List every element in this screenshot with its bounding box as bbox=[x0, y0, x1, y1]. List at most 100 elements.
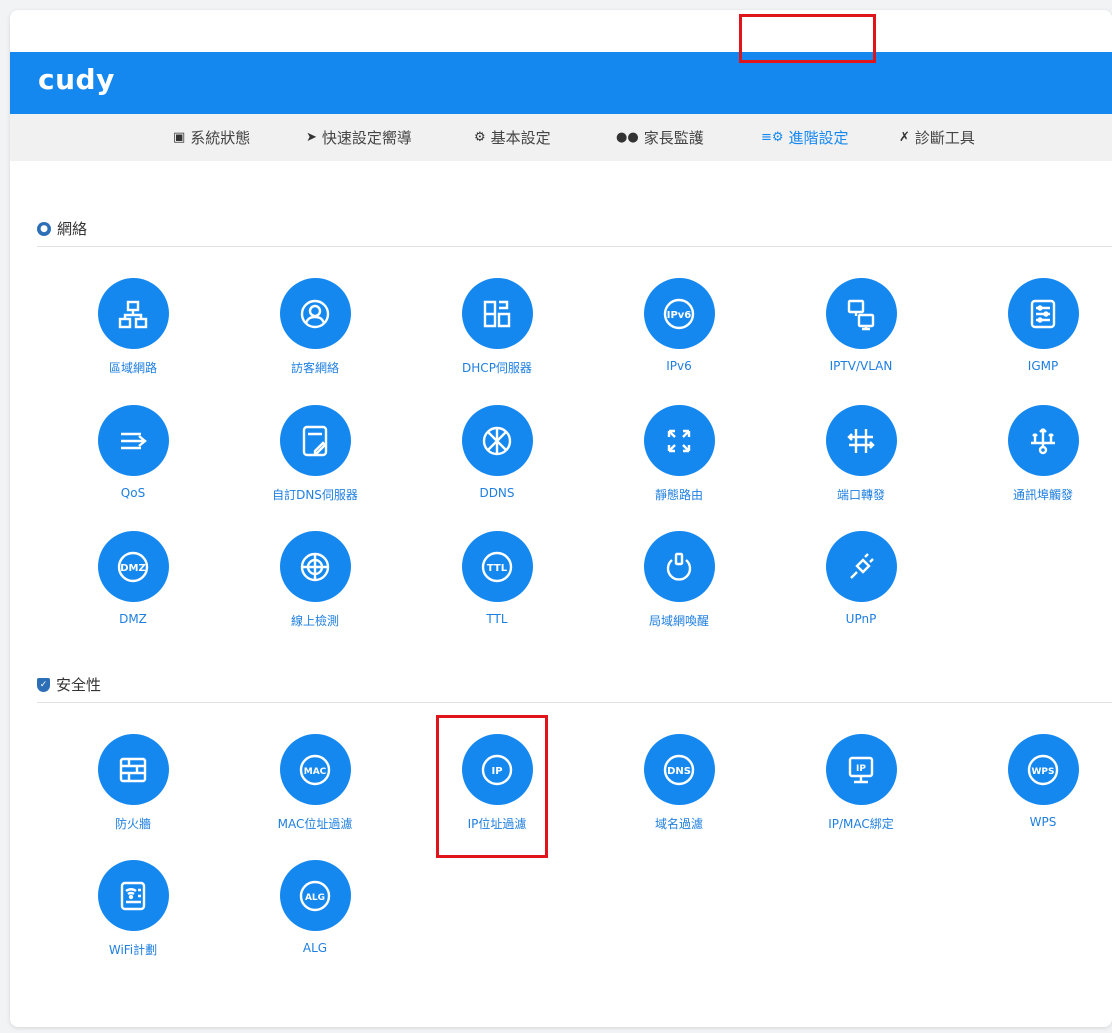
ddns-icon bbox=[461, 405, 533, 476]
globe-icon: ● bbox=[37, 221, 51, 236]
tile-label: IPTV/VLAN bbox=[829, 359, 893, 373]
tile-upnp[interactable]: UPnP bbox=[786, 531, 936, 643]
nav-item-label: 家長監護 bbox=[643, 129, 704, 147]
igmp-icon bbox=[1007, 278, 1079, 349]
nav-item-diagnostics[interactable]: ✗ 診斷工具 bbox=[899, 114, 975, 161]
svg-text:DNS: DNS bbox=[667, 766, 691, 777]
gear-icon: ⚙ bbox=[474, 130, 486, 145]
tile-ttl[interactable]: TTL TTL bbox=[422, 531, 572, 643]
tile-online-detect[interactable]: 線上檢測 bbox=[240, 531, 390, 643]
section-divider bbox=[37, 246, 1112, 247]
tile-dmz[interactable]: DMZ DMZ bbox=[58, 531, 208, 643]
port-trigger-icon bbox=[1007, 405, 1079, 476]
section-title-network: ● 網絡 bbox=[37, 218, 87, 239]
iptv-icon bbox=[825, 278, 897, 349]
qos-icon bbox=[97, 405, 169, 476]
svg-text:TTL: TTL bbox=[487, 563, 508, 574]
section-title-security: ✓ 安全性 bbox=[37, 674, 101, 695]
lan-icon bbox=[97, 278, 169, 349]
tile-wifi-schedule[interactable]: WiFi計劃 bbox=[58, 860, 208, 972]
tile-label: ALG bbox=[302, 941, 328, 955]
tile-label: MAC位址過濾 bbox=[277, 817, 353, 831]
tile-label: 域名過濾 bbox=[654, 817, 703, 831]
dmz-icon: DMZ bbox=[97, 531, 169, 602]
nav-item-advanced-settings[interactable]: ≡⚙ 進階設定 bbox=[761, 114, 849, 161]
tile-label: QoS bbox=[120, 486, 146, 500]
tile-label: 通訊埠觸發 bbox=[1012, 488, 1073, 502]
selected-tile-highlight bbox=[436, 715, 548, 858]
section-title-text: 網絡 bbox=[57, 220, 88, 238]
svg-text:MAC: MAC bbox=[304, 767, 327, 777]
shield-icon: ✓ bbox=[37, 677, 50, 692]
nav-item-label: 系統狀態 bbox=[190, 129, 251, 147]
tile-wps[interactable]: WPS WPS bbox=[968, 734, 1112, 846]
tile-firewall[interactable]: 防火牆 bbox=[58, 734, 208, 846]
active-tab-highlight bbox=[739, 14, 876, 63]
tile-label: 區域網路 bbox=[108, 361, 157, 375]
nav-item-quick-setup[interactable]: ➤ 快速設定嚮導 bbox=[306, 114, 412, 161]
tile-port-trigger[interactable]: 通訊埠觸發 bbox=[968, 405, 1112, 517]
tile-igmp[interactable]: IGMP bbox=[968, 278, 1112, 390]
tile-guest-network[interactable]: 訪客網絡 bbox=[240, 278, 390, 390]
tile-label: 自訂DNS伺服器 bbox=[272, 488, 358, 502]
domain-filter-icon: DNS bbox=[643, 734, 715, 805]
upnp-icon bbox=[825, 531, 897, 602]
mac-filter-icon: MAC bbox=[279, 734, 351, 805]
tile-custom-dns[interactable]: 自訂DNS伺服器 bbox=[240, 405, 390, 517]
svg-text:ALG: ALG bbox=[305, 893, 325, 903]
svg-text:DMZ: DMZ bbox=[120, 563, 146, 574]
tile-domain-filter[interactable]: DNS 域名過濾 bbox=[604, 734, 754, 846]
tile-label: DDNS bbox=[479, 486, 515, 500]
tile-wake-on-lan[interactable]: 局域網喚醒 bbox=[604, 531, 754, 643]
wol-icon bbox=[643, 531, 715, 602]
tile-label: UPnP bbox=[845, 612, 877, 626]
wps-icon: WPS bbox=[1007, 734, 1079, 805]
tile-ip-mac-bind[interactable]: IP IP/MAC綁定 bbox=[786, 734, 936, 846]
guest-icon bbox=[279, 278, 351, 349]
tile-label: WiFi計劃 bbox=[108, 943, 158, 957]
tile-lan[interactable]: 區域網路 bbox=[58, 278, 208, 390]
tile-label: 端口轉發 bbox=[836, 488, 885, 502]
main-nav: ▣ 系統狀態 ➤ 快速設定嚮導 ⚙ 基本設定 ●● 家長監護 ≡⚙ 進階設定 ✗… bbox=[10, 114, 1112, 161]
nav-item-label: 快速設定嚮導 bbox=[321, 129, 412, 147]
nav-item-parental-control[interactable]: ●● 家長監護 bbox=[616, 114, 704, 161]
custom-dns-icon bbox=[279, 405, 351, 476]
tile-label: DMZ bbox=[119, 612, 147, 626]
dhcp-icon bbox=[461, 278, 533, 349]
tile-alg[interactable]: ALG ALG bbox=[240, 860, 390, 972]
tile-label: 線上檢測 bbox=[290, 614, 339, 628]
cudy-logo[interactable]: cudy bbox=[38, 63, 115, 96]
sliders-icon: ≡⚙ bbox=[761, 130, 784, 145]
tile-label: WPS bbox=[1029, 815, 1057, 829]
tile-label: IP/MAC綁定 bbox=[828, 817, 894, 831]
tile-ipv6[interactable]: IPv6 IPv6 bbox=[604, 278, 754, 390]
alg-icon: ALG bbox=[279, 860, 351, 931]
tile-label: DHCP伺服器 bbox=[462, 361, 532, 375]
nav-item-label: 基本設定 bbox=[490, 129, 551, 147]
tile-label: 靜態路由 bbox=[654, 488, 703, 502]
tile-mac-filter[interactable]: MAC MAC位址過濾 bbox=[240, 734, 390, 846]
nav-item-label: 診斷工具 bbox=[914, 129, 975, 147]
nav-item-basic-settings[interactable]: ⚙ 基本設定 bbox=[474, 114, 551, 161]
svg-text:IP: IP bbox=[856, 764, 866, 774]
nav-item-label: 進階設定 bbox=[788, 129, 849, 147]
ttl-icon: TTL bbox=[461, 531, 533, 602]
wifi-schedule-icon bbox=[97, 860, 169, 931]
tile-dhcp-server[interactable]: DHCP伺服器 bbox=[422, 278, 572, 390]
svg-text:WPS: WPS bbox=[1031, 767, 1054, 777]
tile-iptv-vlan[interactable]: IPTV/VLAN bbox=[786, 278, 936, 390]
tile-static-route[interactable]: 靜態路由 bbox=[604, 405, 754, 517]
section-divider bbox=[37, 702, 1112, 703]
online-detect-icon bbox=[279, 531, 351, 602]
nav-item-system-status[interactable]: ▣ 系統狀態 bbox=[173, 114, 250, 161]
rocket-icon: ➤ bbox=[306, 130, 317, 145]
port-forward-icon bbox=[825, 405, 897, 476]
tile-label: 防火牆 bbox=[114, 817, 151, 831]
tile-qos[interactable]: QoS bbox=[58, 405, 208, 517]
ip-mac-bind-icon: IP bbox=[825, 734, 897, 805]
family-icon: ●● bbox=[616, 130, 639, 145]
svg-text:IPv6: IPv6 bbox=[667, 310, 692, 321]
firewall-icon bbox=[97, 734, 169, 805]
tile-port-forward[interactable]: 端口轉發 bbox=[786, 405, 936, 517]
tile-ddns[interactable]: DDNS bbox=[422, 405, 572, 517]
